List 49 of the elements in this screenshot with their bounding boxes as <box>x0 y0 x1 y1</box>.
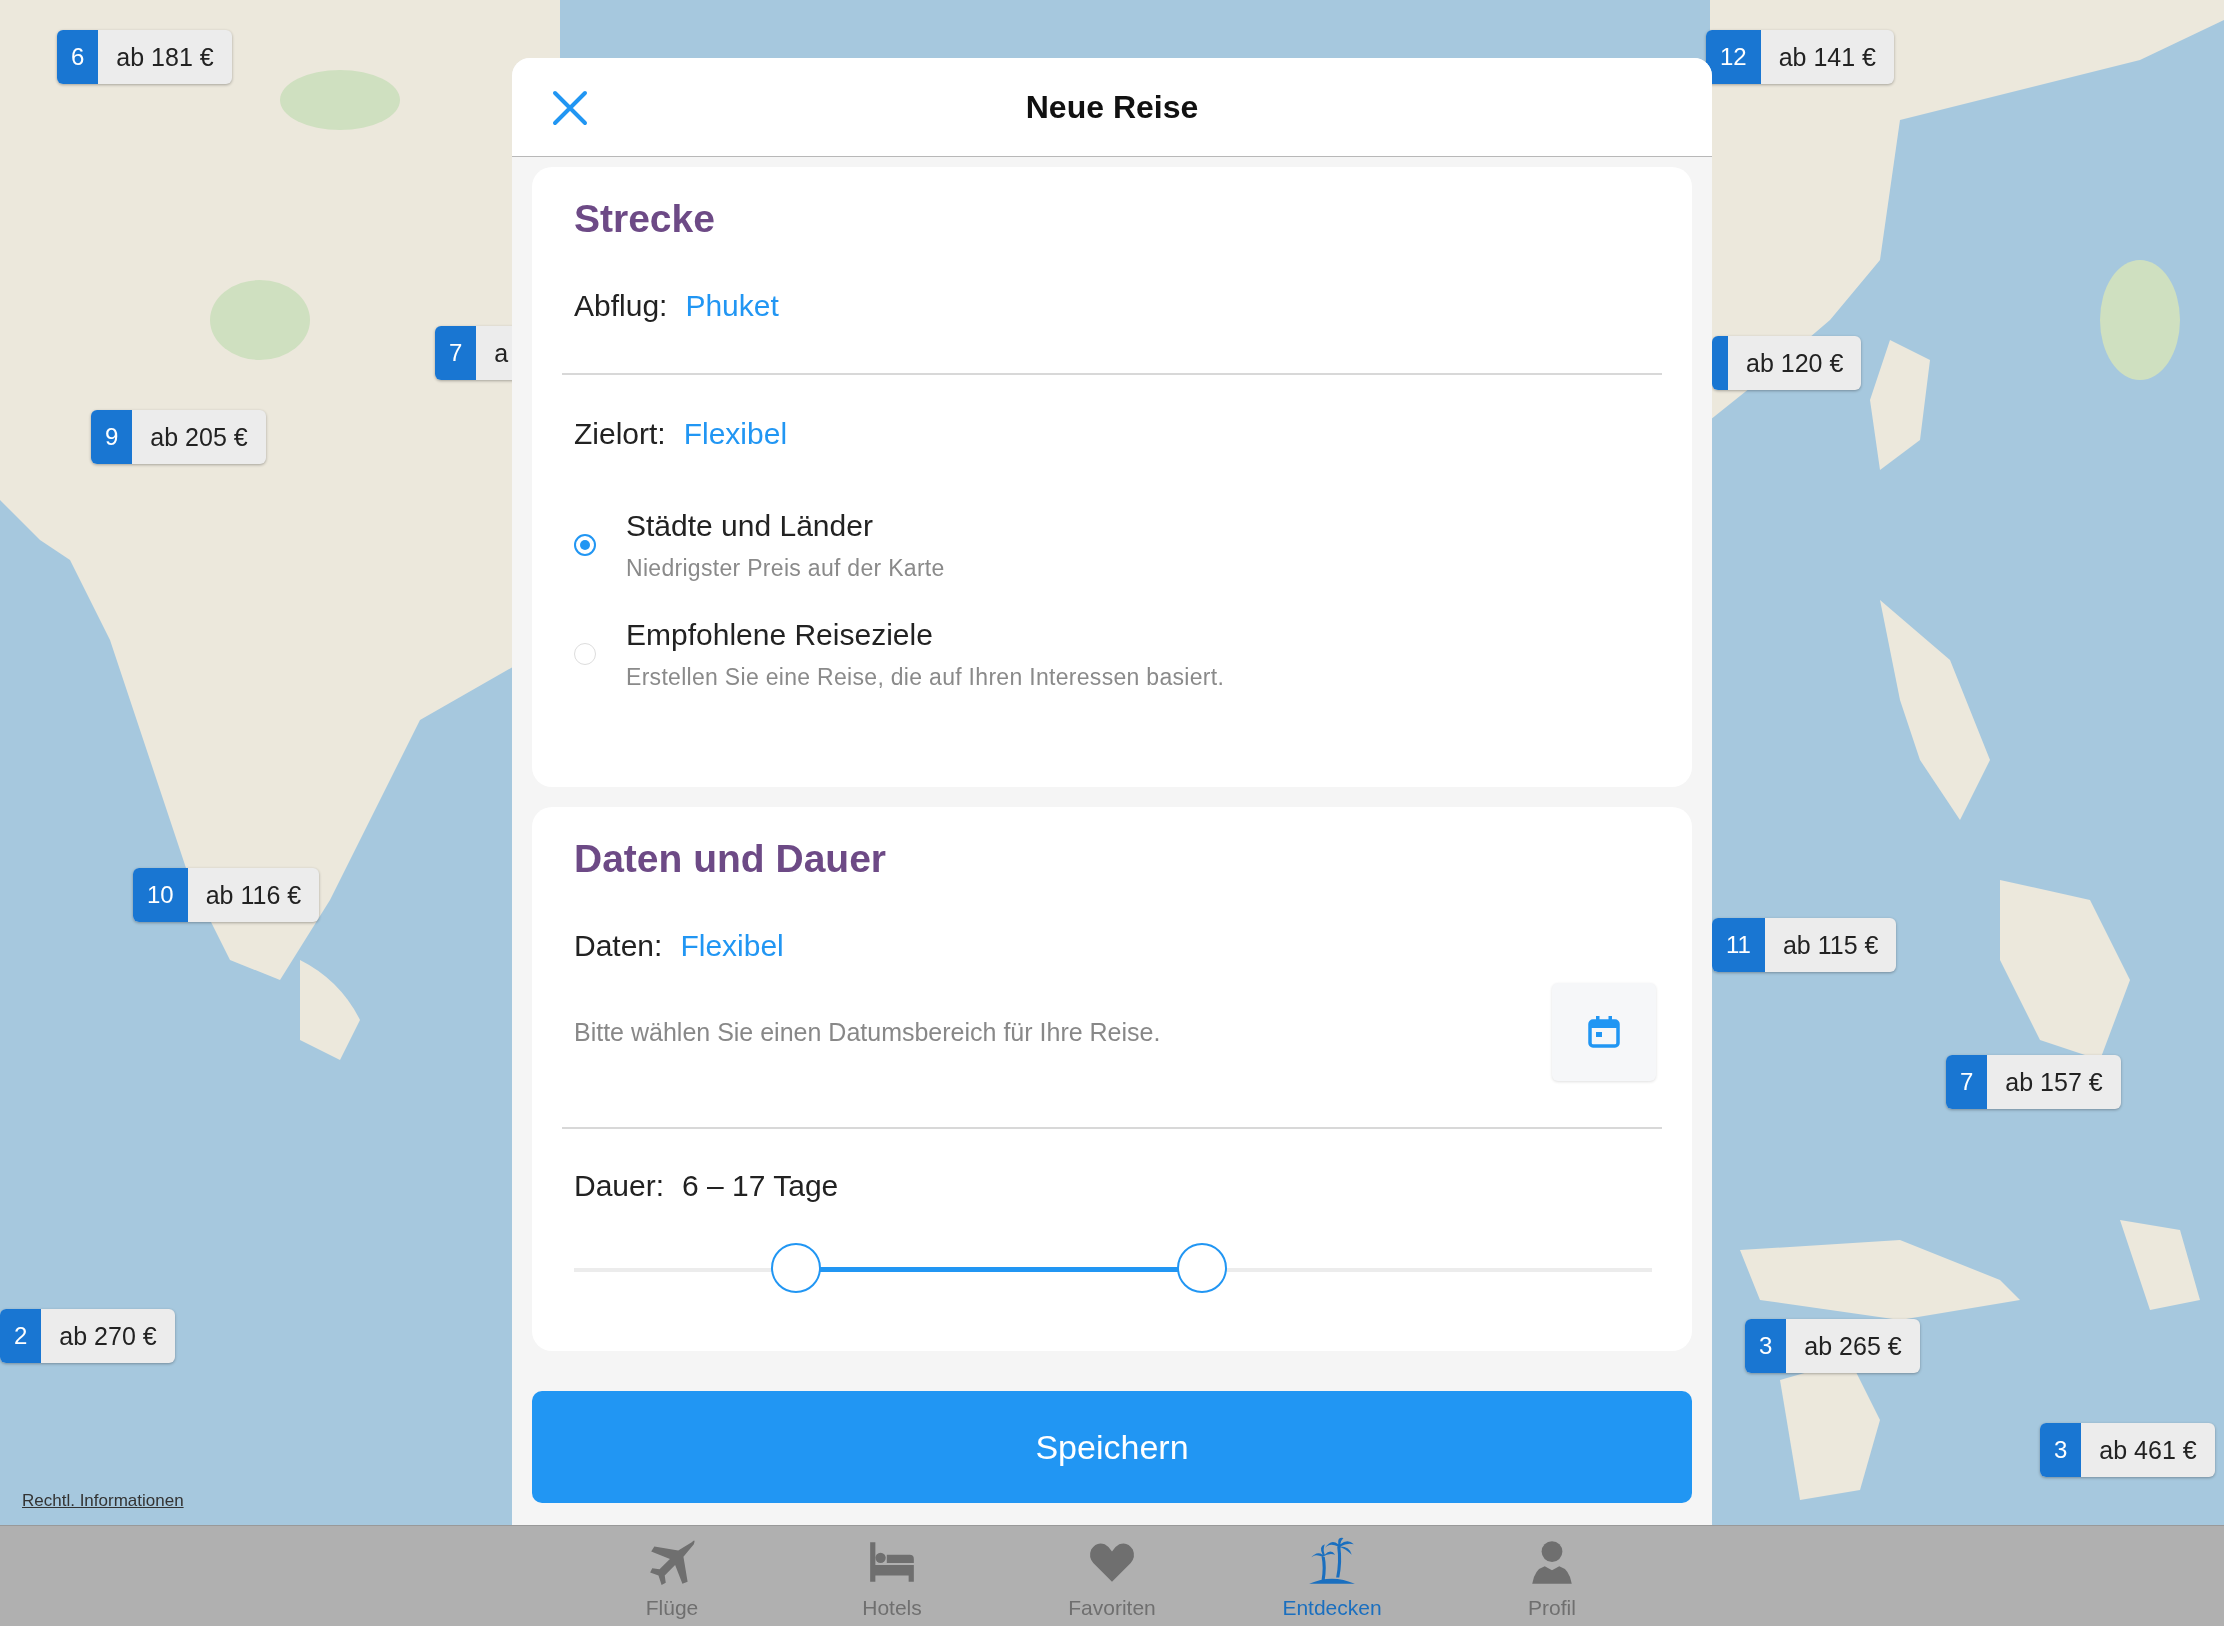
marker-count: 7 <box>435 326 477 380</box>
price-marker[interactable]: 2 ab 270 € <box>0 1309 175 1363</box>
close-icon[interactable] <box>552 90 588 126</box>
marker-price: ab 157 € <box>2004 1066 2104 1098</box>
radio-button[interactable] <box>574 534 596 556</box>
marker-count: 10 <box>133 868 188 922</box>
duration-value: 6 – 17 Tage <box>682 1168 839 1203</box>
price-marker[interactable]: 3 ab 461 € <box>2040 1423 2215 1477</box>
option-title: Empfohlene Reiseziele <box>626 617 934 652</box>
marker-price: ab 181 € <box>115 41 215 73</box>
price-marker[interactable]: 12 ab 141 € <box>1706 30 1895 84</box>
marker-count: 11 <box>1712 918 1765 972</box>
price-marker[interactable]: 10 ab 116 € <box>133 868 320 922</box>
date-hint: Bitte wählen Sie einen Datumsbereich für Ihre Reise. <box>574 1017 1161 1047</box>
marker-price: ab 115 € <box>1781 929 1880 961</box>
marker-count: 2 <box>0 1309 42 1363</box>
marker-count: 6 <box>57 30 99 84</box>
option-subtitle: Erstellen Sie eine Reise, die auf Ihren Interessen basiert. <box>626 663 1225 691</box>
marker-price: ab 270 € <box>58 1320 158 1352</box>
marker-count: 3 <box>1745 1319 1787 1373</box>
price-marker[interactable]: 6 ab 181 € <box>57 30 232 84</box>
marker-price: ab 116 € <box>204 879 303 911</box>
marker-count: 7 <box>1946 1055 1988 1109</box>
marker-price: ab 141 € <box>1777 41 1878 73</box>
marker-price: ab 205 € <box>149 421 249 453</box>
marker-price: ab 120 € <box>1745 347 1845 379</box>
marker-price: ab 461 € <box>2098 1434 2198 1466</box>
marker-price: a <box>493 337 510 369</box>
legal-link[interactable]: Rechtl. Informationen <box>22 1491 184 1511</box>
marker-count: 3 <box>2040 1423 2082 1477</box>
price-marker[interactable]: 7 ab 157 € <box>1946 1055 2121 1109</box>
option-title: Städte und Länder <box>626 508 874 543</box>
price-marker[interactable]: ab 120 € <box>1712 336 1862 390</box>
price-marker[interactable]: 9 ab 205 € <box>91 410 266 464</box>
duration-label: Dauer: <box>574 1168 665 1203</box>
section-heading: Strecke <box>573 197 716 241</box>
departure-label: Abflug: <box>574 289 668 323</box>
marker-price: ab 265 € <box>1803 1330 1903 1362</box>
price-marker[interactable]: 3 ab 265 € <box>1745 1319 1920 1373</box>
marker-count: 9 <box>91 410 133 464</box>
calendar-icon <box>1587 1015 1621 1049</box>
dates-label: Daten: <box>574 929 663 963</box>
destination-label: Zielort: <box>574 416 666 451</box>
price-marker[interactable]: 11 ab 115 € <box>1712 918 1897 972</box>
section-heading: Daten und Dauer <box>573 837 888 881</box>
marker-count: 12 <box>1706 30 1761 84</box>
dialog-title: Neue Reise <box>1025 88 1199 126</box>
option-subtitle: Niedrigster Preis auf der Karte <box>626 554 945 582</box>
calendar-button[interactable] <box>1552 983 1656 1081</box>
